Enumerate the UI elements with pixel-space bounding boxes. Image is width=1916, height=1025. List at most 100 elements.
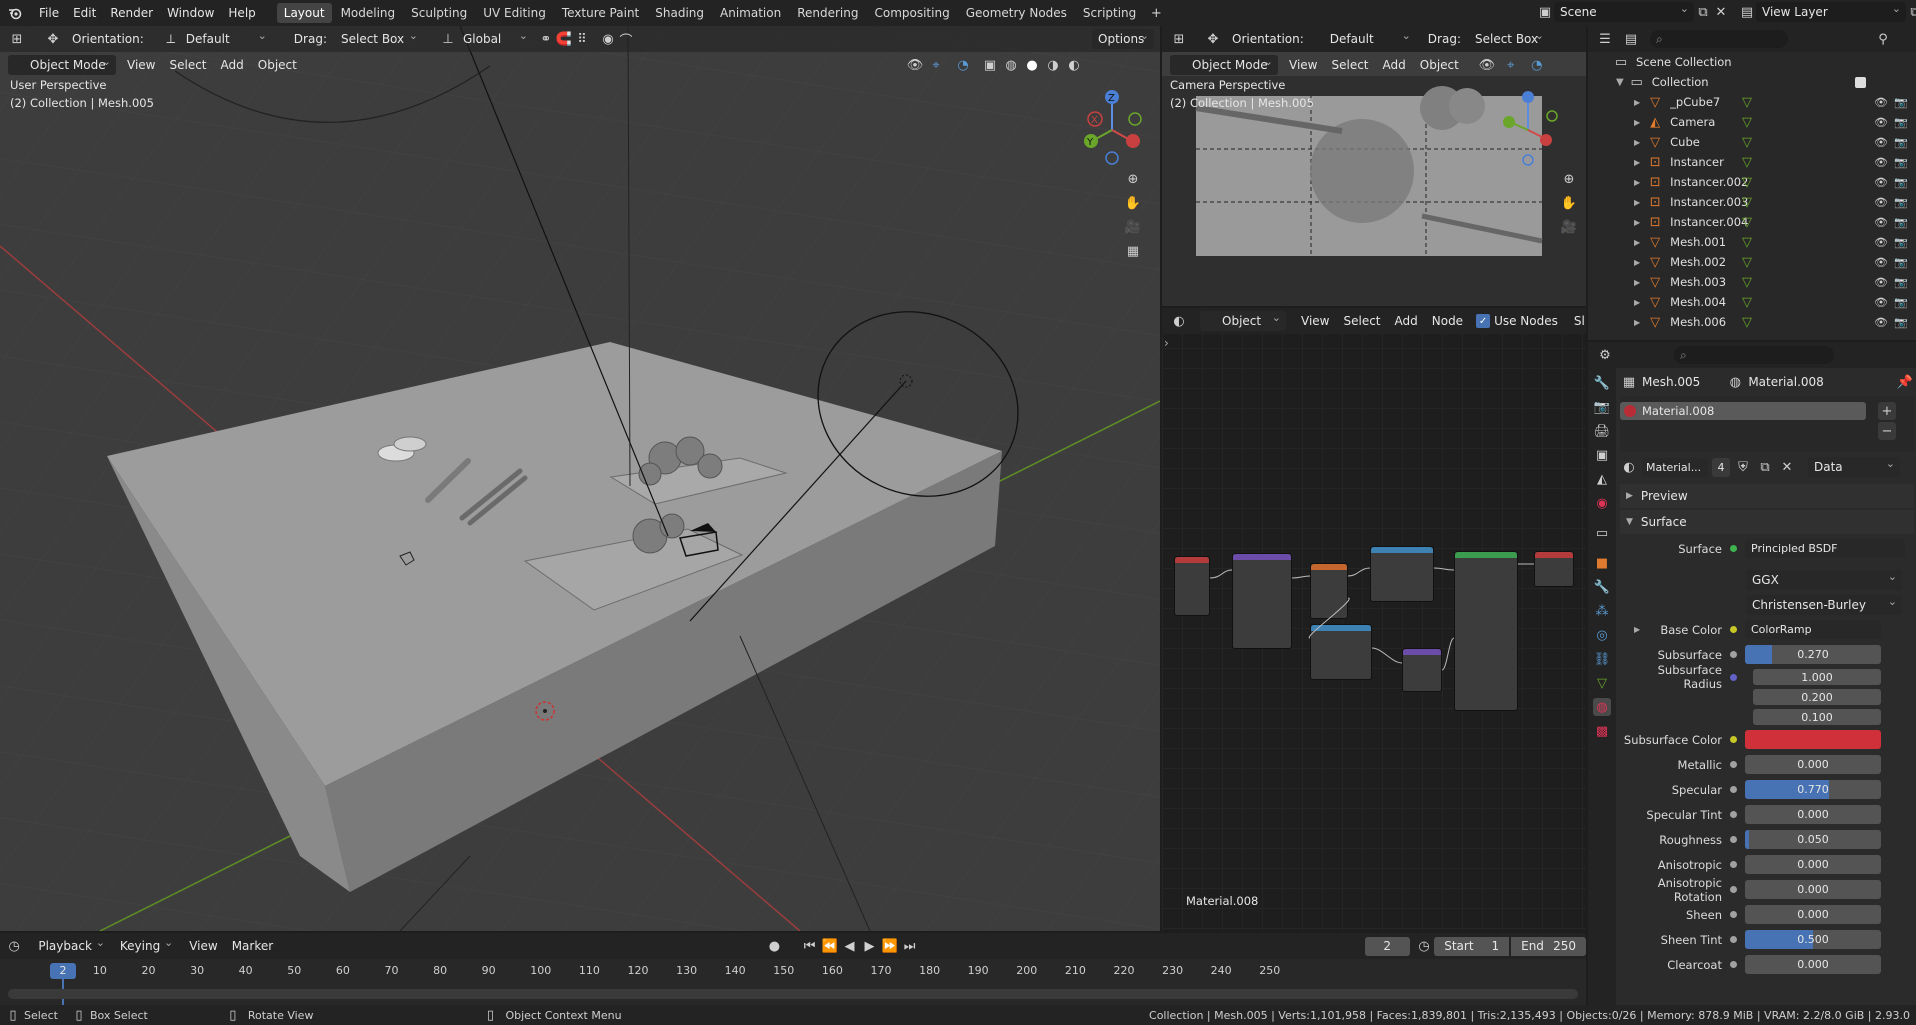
mesh-data-icon[interactable]: ▽ — [1738, 273, 1756, 291]
outliner-item[interactable]: ▶ ⊡ Instancer.002 ▽ 👁 📷 — [1588, 172, 1916, 192]
auto-keying-icon[interactable]: ● — [768, 937, 780, 955]
menu-view[interactable]: View — [120, 54, 162, 76]
modifiers-tab-icon[interactable]: 🔧 — [1593, 578, 1611, 596]
menu-view[interactable]: View — [182, 935, 224, 957]
material-name-field[interactable]: Material... — [1642, 457, 1708, 477]
editor-type-icon[interactable]: ⊞ — [8, 30, 26, 48]
outliner-item[interactable]: ▶ ▽ Mesh.002 ▽ 👁 📷 — [1588, 252, 1916, 272]
mesh-data-icon[interactable]: ▽ — [1738, 153, 1756, 171]
new-scene-icon[interactable]: ⧉ — [1694, 3, 1712, 21]
timeline-ruler[interactable]: 2 10 20 30 40 50 60 70 80 90 100 110 120 130 140 150 16… — [0, 959, 1586, 1005]
particles-tab-icon[interactable]: ⁂ — [1593, 602, 1611, 620]
collapse-arrow-icon[interactable]: ▼ — [1616, 77, 1624, 88]
menu-file[interactable]: File — [32, 2, 66, 24]
new-view-layer-icon[interactable]: ⧉ — [1906, 3, 1916, 21]
expand-arrow-icon[interactable]: ▶ — [1634, 118, 1640, 127]
menu-render[interactable]: Render — [103, 2, 160, 24]
expand-arrow-icon[interactable]: ▶ — [1634, 218, 1640, 227]
mesh-data-icon[interactable]: ▽ — [1738, 253, 1756, 271]
output-tab-icon[interactable]: 🖨 — [1593, 422, 1611, 440]
render-camera-icon[interactable]: 📷 — [1892, 153, 1910, 171]
subsurface-method-dropdown[interactable]: Christensen-Burley — [1746, 594, 1902, 615]
visibility-icon[interactable]: 👁 — [1478, 56, 1496, 74]
tab-layout[interactable]: Layout — [276, 3, 332, 23]
end-frame-field[interactable]: End 250 — [1511, 936, 1587, 956]
outliner-item[interactable]: ▶ ▽ Cube ▽ 👁 📷 — [1588, 132, 1916, 152]
linked-node-field[interactable]: ColorRamp — [1745, 620, 1881, 639]
tab-geometry-nodes[interactable]: Geometry Nodes — [959, 3, 1074, 23]
navigation-gizmo[interactable]: Z Y X — [1080, 88, 1150, 168]
slider-field[interactable]: 0.000 — [1745, 905, 1881, 924]
outliner-item[interactable]: ▶ ▽ Mesh.001 ▽ 👁 📷 — [1588, 232, 1916, 252]
expand-arrow-icon[interactable]: ▶ — [1634, 278, 1640, 287]
menu-add[interactable]: Add — [214, 54, 251, 76]
slider-field[interactable]: 0.770 — [1745, 780, 1881, 799]
link-dropdown[interactable]: Data — [1808, 457, 1900, 477]
editor-type-icon[interactable]: ⊞ — [1170, 30, 1188, 48]
user-count-badge[interactable]: 4 — [1712, 457, 1730, 477]
mesh-data-icon[interactable]: ▽ — [1738, 113, 1756, 131]
mesh-data-icon[interactable]: ▽ — [1738, 293, 1756, 311]
mesh-data-icon[interactable]: ▽ — [1738, 133, 1756, 151]
snap-icon[interactable]: 🧲 — [555, 30, 573, 48]
mesh-data-icon[interactable]: ▽ — [1738, 193, 1756, 211]
options-dropdown[interactable]: Options — [1092, 29, 1154, 49]
render-camera-icon[interactable]: 📷 — [1892, 293, 1910, 311]
render-camera-icon[interactable]: 📷 — [1892, 313, 1910, 331]
wireframe-shading-icon[interactable]: ◍ — [1002, 56, 1020, 74]
mesh-data-icon[interactable]: ▽ — [1738, 93, 1756, 111]
expand-arrow-icon[interactable]: ▶ — [1634, 178, 1640, 187]
current-frame-field[interactable]: 2 — [1364, 936, 1410, 956]
visibility-eye-icon[interactable]: 👁 — [1872, 93, 1890, 111]
filter-icon[interactable]: ⚲ — [1874, 30, 1892, 48]
collection-tab-icon[interactable]: ▭ — [1593, 524, 1611, 542]
outliner-item[interactable]: ▶ ▽ Mesh.004 ▽ 👁 📷 — [1588, 292, 1916, 312]
outliner-item[interactable]: ▶ ⊡ Instancer.004 ▽ 👁 📷 — [1588, 212, 1916, 232]
vector-component-field[interactable]: 1.000 — [1753, 669, 1881, 685]
render-camera-icon[interactable]: 📷 — [1892, 233, 1910, 251]
mesh-data-icon[interactable]: ▽ — [1738, 213, 1756, 231]
add-slot-icon[interactable]: + — [1878, 402, 1896, 420]
menu-keying[interactable]: Keying — [114, 936, 178, 956]
render-camera-icon[interactable]: 📷 — [1892, 193, 1910, 211]
visibility-eye-icon[interactable]: 👁 — [1872, 193, 1890, 211]
render-camera-icon[interactable]: 📷 — [1892, 133, 1910, 151]
expand-arrow-icon[interactable]: ▶ — [1634, 298, 1640, 307]
shader-node-editor[interactable]: ◐ Object ViewSelectAddNode ✓ Use Nodes S… — [1162, 308, 1586, 931]
tab-shading[interactable]: Shading — [648, 3, 711, 23]
fake-user-icon[interactable]: ⛨ — [1734, 458, 1752, 476]
menu-edit[interactable]: Edit — [66, 2, 103, 24]
visibility-eye-icon[interactable]: 👁 — [1872, 233, 1890, 251]
physics-tab-icon[interactable]: ◎ — [1593, 626, 1611, 644]
menu-select[interactable]: Select — [162, 54, 213, 76]
gizmo-icon[interactable]: ⌖ — [927, 56, 945, 74]
next-keyframe-icon[interactable]: ⏩ — [881, 937, 899, 955]
camera-view-icon[interactable]: 🎥 — [1124, 218, 1142, 236]
camera-viewport[interactable]: ⊞ ✥ Orientation: Default Drag: Select Bo… — [1162, 26, 1586, 306]
start-frame-field[interactable]: Start 1 — [1434, 936, 1510, 956]
expand-arrow-icon[interactable]: ▶ — [1634, 198, 1640, 207]
render-camera-icon[interactable]: 📷 — [1892, 213, 1910, 231]
slider-field[interactable]: 0.000 — [1745, 855, 1881, 874]
outliner-item[interactable]: ▶ ▽ _pCube7 ▽ 👁 📷 — [1588, 92, 1916, 112]
visibility-eye-icon[interactable]: 👁 — [1872, 133, 1890, 151]
texture-tab-icon[interactable]: ▩ — [1593, 722, 1611, 740]
play-icon[interactable]: ▶ — [861, 937, 879, 955]
expand-arrow-icon[interactable]: ▶ — [1634, 158, 1640, 167]
tab-modeling[interactable]: Modeling — [334, 3, 403, 23]
falloff-icon[interactable]: ⌒ — [617, 30, 635, 49]
outliner-item[interactable]: ▶ ▽ Mesh.006 ▽ 👁 📷 — [1588, 312, 1916, 332]
visibility-eye-icon[interactable]: 👁 — [1872, 113, 1890, 131]
visibility-eye-icon[interactable]: 👁 — [1872, 173, 1890, 191]
outliner-search-input[interactable]: ⌕ — [1650, 30, 1788, 48]
object-tab-icon[interactable]: ■ — [1593, 554, 1611, 572]
material-shading-icon[interactable]: ◑ — [1044, 56, 1062, 74]
tab-texture-paint[interactable]: Texture Paint — [555, 3, 646, 23]
distribution-dropdown[interactable]: GGX — [1746, 569, 1902, 590]
outliner-item[interactable]: ▶ ▽ Mesh.003 ▽ 👁 📷 — [1588, 272, 1916, 292]
visibility-icon[interactable]: 👁 — [906, 56, 924, 74]
collection-row[interactable]: ▼ ▭ Collection — [1588, 72, 1916, 92]
gizmo-icon[interactable]: ⌖ — [1502, 56, 1520, 74]
play-reverse-icon[interactable]: ◀ — [841, 937, 859, 955]
menu-playback[interactable]: Playback — [32, 936, 110, 956]
